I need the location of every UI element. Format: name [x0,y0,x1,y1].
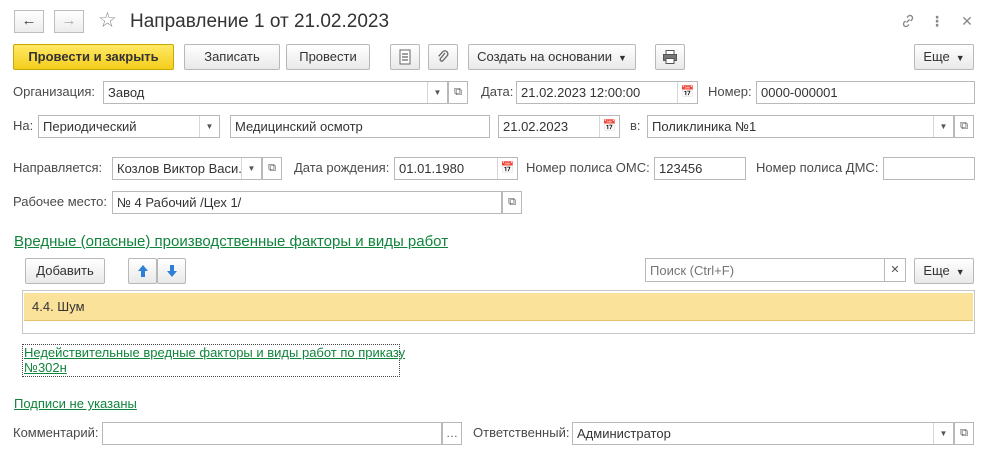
employee-field[interactable]: Козлов Виктор Васи. ▼ [112,157,262,180]
post-button[interactable]: Провести [286,44,370,70]
back-button[interactable]: ← [14,10,44,33]
exam-type-value: Периодический [43,119,137,134]
open-icon[interactable]: ⧉ [502,191,522,214]
open-icon[interactable]: ⧉ [262,157,282,180]
document-list-icon [399,49,411,65]
chevron-down-icon[interactable]: ▼ [933,116,953,137]
clear-search-icon[interactable]: ✕ [884,258,906,282]
in-label: в: [630,118,641,133]
exam-purpose-field[interactable]: Медицинский осмотр [230,115,490,138]
exam-type-field[interactable]: Периодический ▼ [38,115,220,138]
birth-date-field[interactable]: 01.01.1980 📅 [394,157,518,180]
date-field[interactable]: 21.02.2023 12:00:00 📅 [516,81,698,104]
report-button[interactable] [390,44,420,70]
open-icon[interactable]: ⧉ [954,422,974,445]
date-label: Дата: [481,84,514,99]
chevron-down-icon: ▼ [617,53,627,63]
dms-field[interactable] [883,157,975,180]
birth-date-value: 01.01.1980 [399,161,465,176]
chevron-down-icon[interactable]: ▼ [933,423,953,444]
move-up-button[interactable] [128,258,157,284]
post-and-close-button[interactable]: Провести и закрыть [13,44,174,70]
factors-more-button[interactable]: Еще ▼ [914,258,974,284]
open-icon[interactable]: ⧉ [954,115,974,138]
workplace-field[interactable]: № 4 Рабочий /Цех 1/ [112,191,502,214]
sent-label: Направляется: [13,160,103,175]
organization-value: Завод [108,85,145,100]
arrow-left-icon: ← [21,12,37,29]
calendar-icon[interactable]: 📅 [599,116,619,137]
calendar-icon[interactable]: 📅 [497,158,517,179]
more-button[interactable]: Еще ▼ [914,44,974,70]
chevron-down-icon[interactable]: ▼ [199,116,219,137]
factors-section-title[interactable]: Вредные (опасные) производственные факто… [14,233,448,250]
workplace-label: Рабочее место: [13,194,108,209]
search-input[interactable] [645,258,885,282]
table-row[interactable]: 4.4. Шум [24,293,973,321]
ellipsis-icon[interactable]: … [442,422,462,445]
employee-value: Козлов Виктор Васи. [117,161,242,176]
comment-field[interactable] [102,422,442,445]
open-icon[interactable]: ⧉ [448,81,468,104]
invalid-factors-link-line1: Недействительные вредные факторы и виды … [24,345,406,360]
number-field[interactable]: 0000-000001 [756,81,975,104]
chevron-down-icon: ▼ [955,267,965,277]
arrow-up-icon [137,265,148,277]
organization-label: Организация: [13,84,96,99]
comment-label: Комментарий: [13,425,99,440]
more-vertical-icon[interactable]: ⋮ [926,10,948,32]
paperclip-icon [438,50,449,62]
window-title: Направление 1 от 21.02.2023 [130,11,390,32]
chevron-down-icon[interactable]: ▼ [241,158,261,179]
factors-more-label: Еще [923,263,950,278]
arrow-right-icon: → [61,12,77,29]
chevron-down-icon[interactable]: ▼ [427,82,447,103]
number-label: Номер: [708,84,752,99]
forward-button[interactable]: → [54,10,84,33]
date-value: 21.02.2023 12:00:00 [521,85,641,100]
responsible-field[interactable]: Администратор ▼ [572,422,954,445]
save-button[interactable]: Записать [184,44,280,70]
dms-label: Номер полиса ДМС: [756,160,879,175]
responsible-label: Ответственный: [473,425,570,440]
close-icon[interactable]: ✕ [956,10,978,32]
link-icon[interactable] [897,10,919,32]
oms-label: Номер полиса ОМС: [526,160,650,175]
add-button[interactable]: Добавить [25,258,105,284]
factors-table: 4.4. Шум [22,290,975,334]
organization-field[interactable]: Завод ▼ [103,81,448,104]
invalid-factors-link[interactable]: Недействительные вредные факторы и виды … [24,345,405,375]
clinic-value: Поликлиника №1 [652,119,757,134]
chevron-down-icon: ▼ [955,53,965,63]
calendar-icon[interactable]: 📅 [677,82,697,103]
star-icon[interactable]: ☆ [98,8,117,34]
create-based-on-button[interactable]: Создать на основании ▼ [468,44,636,70]
invalid-factors-link-line2: №302н [24,360,67,375]
create-based-on-label: Создать на основании [477,49,612,64]
signatures-link[interactable]: Подписи не указаны [14,396,137,411]
birth-date-label: Дата рождения: [294,160,390,175]
clinic-field[interactable]: Поликлиника №1 ▼ [647,115,954,138]
printer-icon [663,50,677,64]
move-down-button[interactable] [157,258,186,284]
more-label: Еще [923,49,950,64]
print-button[interactable] [655,44,685,70]
exam-date-value: 21.02.2023 [503,119,569,134]
arrow-down-icon [166,265,177,277]
to-label: На: [13,118,34,133]
attach-button[interactable] [428,44,458,70]
exam-date-field[interactable]: 21.02.2023 📅 [498,115,620,138]
oms-field[interactable]: 123456 [654,157,746,180]
responsible-value: Администратор [577,426,671,441]
